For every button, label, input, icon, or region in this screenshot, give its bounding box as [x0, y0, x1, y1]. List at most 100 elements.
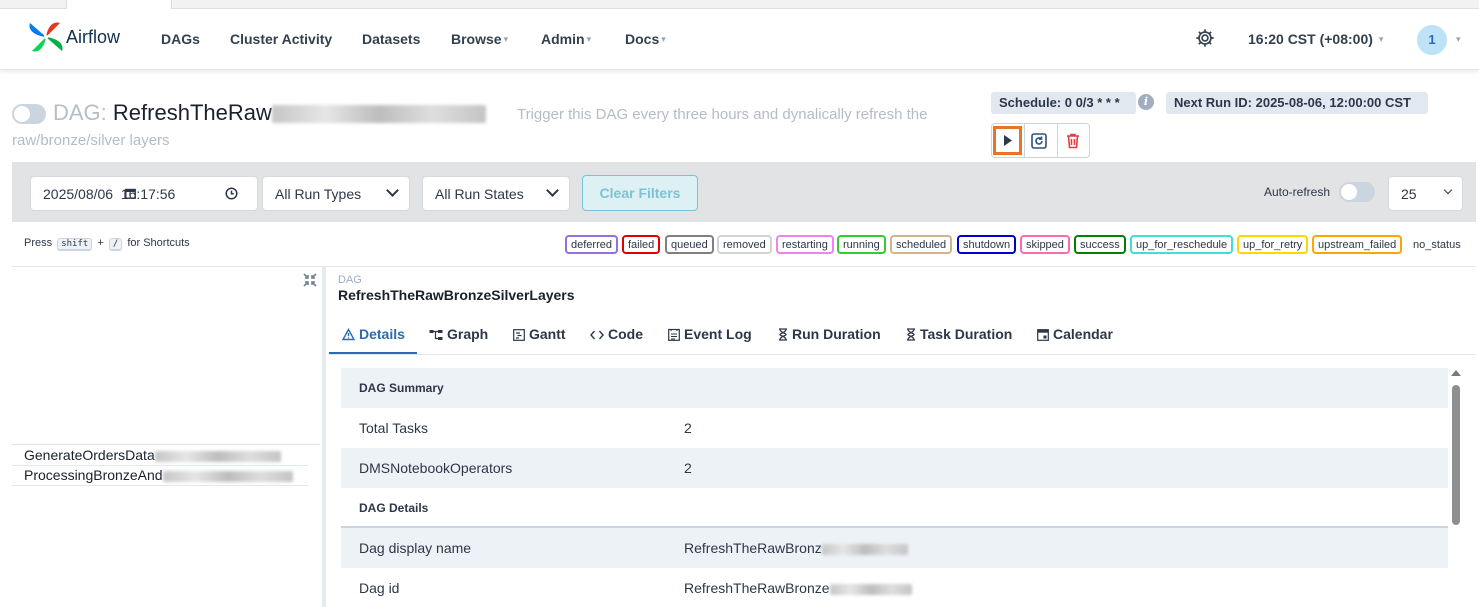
schedule-badge: Schedule: 0 0/3 * * *: [991, 92, 1136, 114]
slash-key: /: [108, 238, 123, 251]
state-upstream-failed[interactable]: upstream_failed: [1312, 235, 1403, 254]
clock-icon[interactable]: [225, 187, 238, 200]
tabs-divider: [329, 354, 1476, 355]
redacted-text: [154, 450, 281, 462]
dag-description-line2: raw/bronze/silver layers: [12, 132, 170, 149]
brand-name[interactable]: Airflow: [66, 27, 120, 48]
tab-run-duration-label: Run Duration: [792, 326, 881, 342]
shortcuts-press: Press: [24, 237, 53, 249]
grid-header-line: [12, 444, 320, 445]
details-scrollbar[interactable]: [1450, 370, 1462, 607]
chevron-down-icon: [1443, 185, 1453, 195]
autorefresh-label: Auto-refresh: [1264, 185, 1331, 199]
tab-graph-label: Graph: [447, 326, 489, 342]
run-type-select[interactable]: All Run Types: [262, 176, 410, 211]
state-removed[interactable]: removed: [717, 235, 772, 254]
dag-title-label: DAG:: [53, 100, 107, 125]
clear-filters-button[interactable]: Clear Filters: [582, 175, 698, 211]
page-size-value: 25: [1401, 186, 1417, 202]
row-value-text: RefreshTheRawBronze: [684, 580, 830, 596]
user-avatar[interactable]: 1: [1417, 25, 1447, 55]
dag-action-buttons: [991, 123, 1090, 158]
event-log-icon: [668, 328, 680, 341]
timezone-menu[interactable]: 16:20 CST (+08:00) ▾: [1248, 31, 1383, 47]
tab-event-log[interactable]: Event Log: [668, 326, 752, 342]
chevron-down-icon: [546, 184, 559, 197]
state-up-for-reschedule[interactable]: up_for_reschedule: [1130, 235, 1234, 254]
run-type-value: All Run Types: [275, 186, 362, 202]
reparse-dag-icon[interactable]: [1030, 132, 1048, 150]
delete-dag-icon[interactable]: [1064, 132, 1082, 150]
tab-graph[interactable]: Graph: [429, 326, 488, 342]
table-row: DMSNotebookOperators 2: [341, 448, 1448, 488]
execution-date-value: 2025/08/06 16:17:56: [43, 186, 176, 202]
dag-description-line1: Trigger this DAG every three hours and d…: [517, 106, 928, 123]
state-no-status[interactable]: no_status: [1407, 235, 1467, 254]
table-row: Dag display name RefreshTheRawBronz: [341, 528, 1448, 568]
task-name: GenerateOrdersData: [24, 447, 155, 463]
section-heading-dag-summary: DAG Summary: [341, 368, 1448, 408]
state-restarting[interactable]: restarting: [776, 235, 834, 254]
state-success[interactable]: success: [1074, 235, 1126, 254]
row-value: RefreshTheRawBronze: [684, 580, 912, 596]
state-failed[interactable]: failed: [622, 235, 661, 254]
scroll-up-icon[interactable]: [1451, 370, 1461, 376]
state-scheduled[interactable]: scheduled: [890, 235, 953, 254]
gear-icon[interactable]: [1194, 27, 1216, 49]
tab-gantt[interactable]: Gantt: [513, 326, 566, 342]
tab-gantt-label: Gantt: [529, 326, 566, 342]
execution-date-input[interactable]: 2025/08/06 16:17:56: [30, 176, 258, 211]
tab-task-duration[interactable]: Task Duration: [906, 326, 1012, 342]
nav-dags[interactable]: DAGs: [161, 31, 200, 47]
scrollbar-thumb[interactable]: [1452, 385, 1460, 525]
collapse-icon[interactable]: [302, 272, 318, 288]
row-key: DMSNotebookOperators: [359, 460, 513, 476]
state-shutdown[interactable]: shutdown: [957, 235, 1017, 254]
tab-code[interactable]: Code: [590, 326, 643, 342]
task-row[interactable]: ProcessingBronzeAnd: [12, 466, 308, 486]
state-running[interactable]: running: [837, 235, 886, 254]
browser-tab[interactable]: [66, 0, 172, 9]
tab-details[interactable]: Details: [341, 326, 405, 342]
nav-datasets[interactable]: Datasets: [362, 31, 420, 47]
airflow-logo-icon[interactable]: [26, 19, 66, 55]
dag-title: DAG: RefreshTheRaw: [53, 100, 486, 126]
page-size-select[interactable]: 25: [1388, 176, 1463, 211]
dag-breadcrumb-label: DAG: [338, 274, 362, 286]
section-heading-text: DAG Summary: [359, 381, 444, 395]
nav-browse[interactable]: Browse ▾: [451, 31, 508, 47]
autorefresh-toggle[interactable]: [1339, 182, 1375, 202]
table-row: Dag id RefreshTheRawBronze: [341, 568, 1448, 607]
state-up-for-retry[interactable]: up_for_retry: [1237, 235, 1309, 254]
task-row[interactable]: GenerateOrdersData: [12, 446, 308, 466]
nav-docs[interactable]: Docs ▾: [625, 31, 666, 47]
run-state-value: All Run States: [435, 186, 524, 202]
calendar-icon[interactable]: [125, 188, 136, 199]
dag-breadcrumb-name[interactable]: RefreshTheRawBronzeSilverLayers: [338, 287, 575, 303]
row-key: Dag display name: [359, 540, 472, 556]
info-icon[interactable]: i: [1138, 94, 1154, 110]
trigger-dag-button[interactable]: [993, 126, 1022, 155]
run-state-select[interactable]: All Run States: [422, 176, 570, 211]
tab-event-log-label: Event Log: [684, 326, 752, 342]
hourglass-icon: [779, 328, 787, 341]
chevron-down-icon[interactable]: ▾: [1456, 34, 1461, 45]
browser-tab-strip: [0, 0, 1479, 9]
redacted-text: [162, 470, 293, 482]
pane-resize-handle[interactable]: [322, 267, 326, 607]
nav-cluster-activity[interactable]: Cluster Activity: [230, 31, 332, 47]
tab-run-duration[interactable]: Run Duration: [778, 326, 881, 342]
redacted-text: [829, 583, 912, 595]
timezone-label: 16:20 CST (+08:00): [1248, 31, 1373, 47]
state-queued[interactable]: queued: [665, 235, 714, 254]
dag-pause-toggle[interactable]: [12, 104, 46, 124]
state-skipped[interactable]: skipped: [1020, 235, 1070, 254]
state-deferred[interactable]: deferred: [565, 235, 618, 254]
tab-task-duration-label: Task Duration: [920, 326, 1013, 342]
chevron-down-icon: ▾: [586, 34, 592, 44]
row-key: Total Tasks: [359, 420, 428, 436]
tab-details-label: Details: [359, 326, 405, 342]
nav-admin[interactable]: Admin ▾: [541, 31, 591, 47]
tab-calendar[interactable]: Calendar: [1037, 326, 1113, 342]
graph-icon: [429, 330, 443, 340]
